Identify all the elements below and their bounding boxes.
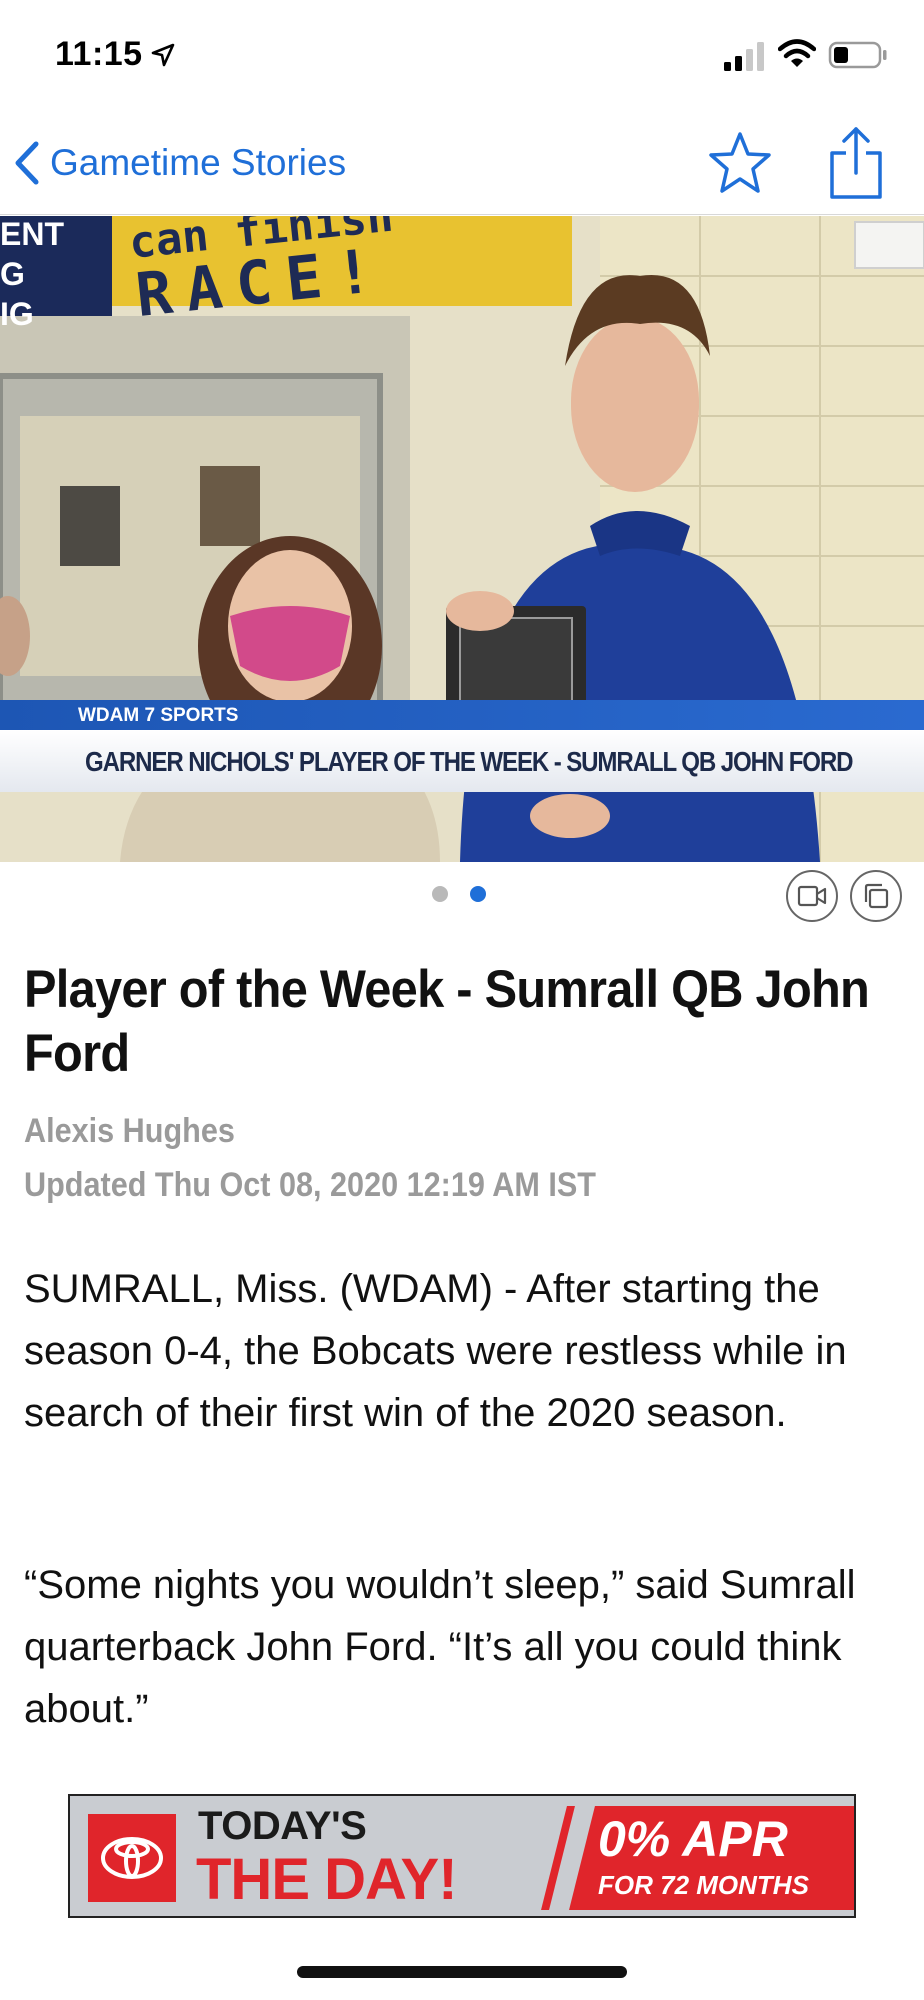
lower-third-tag: WDAM 7 SPORTS [0, 700, 924, 730]
lower-third-title: GARNER NICHOLS' PLAYER OF THE WEEK - SUM… [0, 730, 924, 792]
status-bar: 11:15 [0, 0, 924, 115]
ad-offer: 0% APR [598, 1811, 788, 1867]
back-button[interactable]: Gametime Stories [10, 133, 346, 193]
cellular-signal-icon [724, 42, 764, 71]
article-timestamp: Updated Thu Oct 08, 2020 12:19 AM IST [24, 1166, 596, 1204]
article-paragraph: “Some nights you wouldn’t sleep,” said S… [24, 1563, 856, 1731]
article-headline: Player of the Week - Sumrall QB John For… [24, 960, 870, 1083]
ad-offer-terms: FOR 72 MONTHS [598, 1870, 809, 1900]
video-icon [797, 885, 827, 907]
article-author[interactable]: Alexis Hughes [24, 1112, 235, 1151]
banner-left-text: ENT [0, 216, 64, 252]
home-indicator[interactable] [297, 1966, 627, 1978]
share-icon[interactable] [826, 125, 886, 201]
battery-icon [828, 41, 887, 69]
ad-headline-top: TODAY'S [198, 1804, 367, 1848]
wifi-icon [778, 39, 816, 67]
back-button-label: Gametime Stories [50, 142, 347, 183]
carousel-dot[interactable] [432, 886, 448, 902]
navigation-bar: Gametime Stories [0, 115, 924, 215]
gallery-button[interactable] [850, 870, 902, 922]
advertisement-banner[interactable]: TODAY'S THE DAY! 0% APR FOR 72 MONTHS [68, 1794, 856, 1918]
toyota-logo-icon [88, 1814, 176, 1902]
gallery-icon [864, 883, 889, 909]
video-button[interactable] [786, 870, 838, 922]
chevron-left-icon [15, 141, 39, 185]
carousel-dot-active[interactable] [470, 886, 486, 902]
ad-divider [541, 1806, 575, 1910]
ad-headline-main: THE DAY! [196, 1847, 458, 1912]
article-paragraph: SUMRALL, Miss. (WDAM) - After starting t… [24, 1267, 847, 1435]
hero-media[interactable]: ENT G IG can finish RACE! WDAM 7 SPORTS … [0, 216, 924, 862]
banner-left-text: G [0, 256, 25, 292]
banner-left-text: IG [0, 296, 34, 332]
location-arrow-icon [151, 43, 175, 67]
status-time: 11:15 [55, 35, 143, 73]
lower-third-title-text: GARNER NICHOLS' PLAYER OF THE WEEK - SUM… [85, 746, 854, 777]
lower-third-tag-text: WDAM 7 SPORTS [78, 705, 239, 726]
carousel-page-indicator [432, 886, 486, 902]
star-icon[interactable] [706, 129, 774, 197]
